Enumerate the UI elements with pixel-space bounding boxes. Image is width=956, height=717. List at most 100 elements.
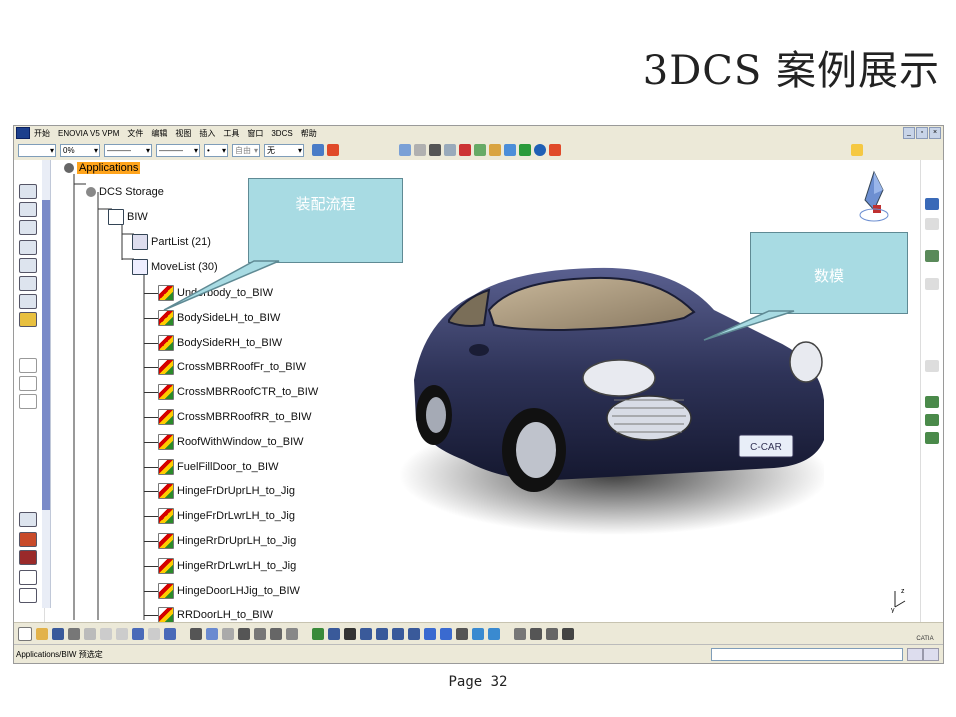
comment-icon[interactable] xyxy=(206,628,218,640)
view-icon-2[interactable] xyxy=(925,250,939,262)
list-icon[interactable] xyxy=(286,628,298,640)
tree-storage[interactable]: DCS Storage xyxy=(86,184,164,200)
tree-move-item[interactable]: HingeFrDrLwrLH_to_Jig xyxy=(158,508,295,525)
menu-start[interactable]: 开始 xyxy=(34,128,50,139)
analysis-icon-3[interactable] xyxy=(19,394,37,409)
magic-icon[interactable] xyxy=(549,144,561,156)
view-icon-3[interactable] xyxy=(925,278,939,290)
view-icon-4[interactable] xyxy=(925,360,939,372)
zoom-in-icon[interactable] xyxy=(376,628,388,640)
menu-enovia[interactable]: ENOVIA V5 VPM xyxy=(58,129,119,138)
zoom-icon[interactable] xyxy=(925,198,939,210)
pan-icon[interactable] xyxy=(344,628,356,640)
copy-icon[interactable] xyxy=(100,628,112,640)
table-icon[interactable] xyxy=(414,144,426,156)
save-icon[interactable] xyxy=(52,628,64,640)
tool-icon[interactable] xyxy=(444,144,456,156)
select-cursor-icon[interactable] xyxy=(851,144,863,156)
status-button-2[interactable] xyxy=(923,648,939,661)
compass-icon[interactable] xyxy=(857,170,891,230)
tree-move-item[interactable]: RRDoorLH_to_BIW xyxy=(158,607,273,624)
zoom-out-icon[interactable] xyxy=(392,628,404,640)
line-icon[interactable] xyxy=(19,588,37,603)
render-icon[interactable] xyxy=(488,628,500,640)
help-icon[interactable] xyxy=(534,144,546,156)
constraint-icon[interactable] xyxy=(19,512,37,527)
axis-tool-icon[interactable] xyxy=(925,432,939,444)
fit-all-icon[interactable] xyxy=(328,628,340,640)
print-icon[interactable] xyxy=(68,628,80,640)
open-icon[interactable] xyxy=(36,628,48,640)
knowledge-icon-2[interactable] xyxy=(222,628,234,640)
folder-icon[interactable] xyxy=(489,144,501,156)
transparency-select[interactable]: 0% xyxy=(60,143,100,157)
redo-icon[interactable] xyxy=(148,628,160,640)
tree-icon[interactable] xyxy=(254,628,266,640)
gear-icon[interactable] xyxy=(270,628,282,640)
tree-move-item[interactable]: FuelFillDoor_to_BIW xyxy=(158,458,278,475)
color-select[interactable] xyxy=(18,143,56,157)
swap-visible-icon[interactable] xyxy=(472,628,484,640)
scroll-thumb[interactable] xyxy=(42,200,50,510)
cut-icon[interactable] xyxy=(84,628,96,640)
workbench-icon-5[interactable] xyxy=(19,258,37,273)
undo-icon[interactable] xyxy=(132,628,144,640)
house-icon-2[interactable] xyxy=(925,414,939,426)
tree-move-item[interactable]: HingeRrDrLwrLH_to_Jig xyxy=(158,557,296,574)
workbench-icon-1[interactable] xyxy=(19,184,37,199)
new-icon[interactable] xyxy=(18,627,32,641)
rotate-icon[interactable] xyxy=(360,628,372,640)
scissors-icon[interactable] xyxy=(459,144,471,156)
menu-window[interactable]: 窗口 xyxy=(247,128,263,139)
command-input[interactable] xyxy=(711,648,903,661)
export-icon[interactable] xyxy=(519,144,531,156)
line-type-select[interactable]: ——— xyxy=(156,143,200,157)
tree-move-item[interactable]: CrossMBRRoofCTR_to_BIW xyxy=(158,384,318,401)
catalog-icon[interactable] xyxy=(474,144,486,156)
camera-icon[interactable] xyxy=(530,628,542,640)
workbench-icon-2[interactable] xyxy=(19,202,37,217)
feature-icon[interactable] xyxy=(19,532,37,547)
menu-insert[interactable]: 插入 xyxy=(199,128,215,139)
binoculars-icon[interactable] xyxy=(429,144,441,156)
tree-move-item[interactable]: CrossMBRRoofRR_to_BIW xyxy=(158,409,311,425)
workbench-icon-3[interactable] xyxy=(19,220,37,235)
house-icon[interactable] xyxy=(925,396,939,408)
tree-partlist[interactable]: PartList (21) xyxy=(132,234,211,250)
menu-help[interactable]: 帮助 xyxy=(301,128,317,139)
analysis-icon-1[interactable] xyxy=(19,358,37,373)
status-button-1[interactable] xyxy=(907,648,923,661)
point-type-select[interactable]: • xyxy=(204,143,228,157)
tree-move-item[interactable]: RoofWithWindow_to_BIW xyxy=(158,433,304,450)
measure-icon[interactable] xyxy=(399,144,411,156)
tree-move-item[interactable]: HingeFrDrUprLH_to_Jig xyxy=(158,483,295,500)
tree-product[interactable]: BIW xyxy=(108,209,148,225)
close-icon[interactable]: × xyxy=(929,127,941,139)
formula-icon[interactable] xyxy=(190,628,202,640)
line-thickness-select[interactable]: ——— xyxy=(104,143,152,157)
painter-icon[interactable] xyxy=(312,144,324,156)
brush-icon[interactable] xyxy=(327,144,339,156)
menu-tools[interactable]: 工具 xyxy=(223,128,239,139)
menu-edit[interactable]: 编辑 xyxy=(151,128,167,139)
tree-move-item[interactable]: HingeDoorLHJig_to_BIW xyxy=(158,582,300,599)
sensor-icon[interactable] xyxy=(514,628,526,640)
menu-view[interactable]: 视图 xyxy=(175,128,191,139)
fly-icon[interactable] xyxy=(312,628,324,640)
video-icon[interactable] xyxy=(546,628,558,640)
tree-move-item[interactable]: CrossMBRRoofFr_to_BIW xyxy=(158,359,306,376)
minimize-icon[interactable]: _ xyxy=(903,127,915,139)
restore-icon[interactable]: ▫ xyxy=(916,127,928,139)
start-icon[interactable] xyxy=(16,127,30,139)
workbench-icon-6[interactable] xyxy=(19,276,37,291)
hide-show-icon[interactable] xyxy=(456,628,468,640)
tree-root[interactable]: Applications xyxy=(64,160,141,176)
workbench-icon-7[interactable] xyxy=(19,294,37,309)
view-cube-icon[interactable] xyxy=(424,628,436,640)
menu-file[interactable]: 文件 xyxy=(127,128,143,139)
shading-icon[interactable] xyxy=(440,628,452,640)
tree-move-item[interactable]: BodySideRH_to_BIW xyxy=(158,334,282,351)
workbench-icon-8[interactable] xyxy=(19,312,37,327)
workbench-icon-4[interactable] xyxy=(19,240,37,255)
part-icon[interactable] xyxy=(19,550,37,565)
